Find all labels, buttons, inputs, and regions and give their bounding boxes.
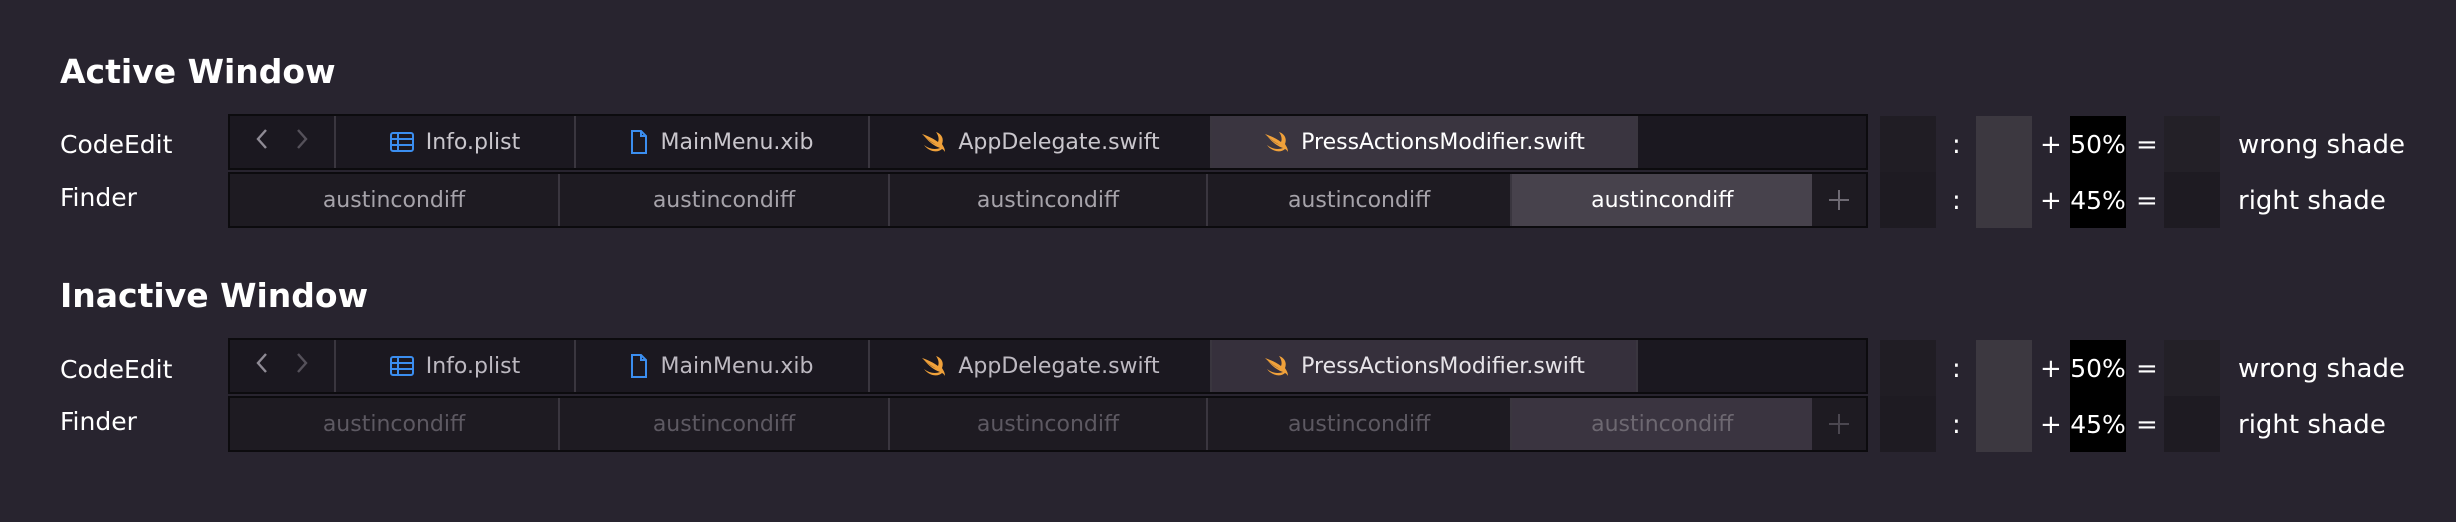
tab-pressactionsmodifier-swift[interactable]: PressActionsModifier.swift [1212, 116, 1638, 168]
finder-label: Finder [60, 407, 137, 436]
table-icon [389, 356, 414, 376]
swatch-result [2164, 172, 2220, 228]
tab-appdelegate-swift[interactable]: AppDelegate.swift [870, 340, 1212, 392]
shade-label: right shade [2238, 410, 2386, 440]
tab-label: MainMenu.xib [660, 129, 814, 155]
swift-icon [1263, 131, 1289, 153]
finder-label: Finder [60, 183, 137, 212]
swatch-base [1880, 116, 1936, 172]
finder-tab-bar-inactive: austincondiff austincondiff austincondif… [228, 396, 1868, 452]
shade-label: wrong shade [2238, 130, 2405, 160]
swatch-result [2164, 340, 2220, 396]
finder-tab[interactable]: austincondiff [890, 398, 1209, 450]
tab-appdelegate-swift[interactable]: AppDelegate.swift [870, 116, 1212, 168]
plus-icon[interactable] [1812, 398, 1866, 450]
swift-icon [920, 355, 946, 377]
codeedit-tab-bar-inactive: Info.plist MainMenu.xib AppDelegate.swif… [228, 338, 1868, 394]
swatch-result [2164, 116, 2220, 172]
plus-symbol: + [2040, 186, 2062, 216]
codeedit-label: CodeEdit [60, 355, 173, 384]
plus-icon[interactable] [1812, 174, 1866, 226]
finder-tab[interactable]: austincondiff [560, 174, 890, 226]
tab-info-plist[interactable]: Info.plist [336, 340, 576, 392]
chevron-right-icon[interactable] [295, 125, 309, 159]
swift-icon [920, 131, 946, 153]
opacity-value: 50% [2070, 340, 2126, 396]
tab-label: PressActionsModifier.swift [1301, 353, 1585, 379]
tab-mainmenu-xib[interactable]: MainMenu.xib [576, 340, 870, 392]
finder-tab-selected[interactable]: austincondiff [1512, 174, 1813, 226]
chevron-left-icon[interactable] [255, 125, 269, 159]
finder-tab[interactable]: austincondiff [890, 174, 1209, 226]
plus-symbol: + [2040, 410, 2062, 440]
swatch-base [1880, 396, 1936, 452]
swatch-overlay [1976, 340, 2032, 396]
colon-symbol: : [1952, 354, 1961, 384]
swatch-overlay [1976, 116, 2032, 172]
codeedit-tab-bar: Info.plist MainMenu.xib AppDelegate.swif… [228, 114, 1868, 170]
table-icon [389, 132, 414, 152]
plus-symbol: + [2040, 354, 2062, 384]
finder-tab-selected[interactable]: austincondiff [1512, 398, 1813, 450]
chevron-left-icon[interactable] [255, 349, 269, 383]
swatch-base [1880, 340, 1936, 396]
tab-label: Info.plist [425, 129, 521, 155]
section-title-active: Active Window [60, 52, 336, 91]
colon-symbol: : [1952, 410, 1961, 440]
swatch-base [1880, 172, 1936, 228]
equals-symbol: = [2136, 410, 2158, 440]
shade-label: right shade [2238, 186, 2386, 216]
opacity-value: 45% [2070, 172, 2126, 228]
tab-label: AppDelegate.swift [958, 353, 1160, 379]
equals-symbol: = [2136, 186, 2158, 216]
section-title-inactive: Inactive Window [60, 276, 369, 315]
chevron-right-icon[interactable] [295, 349, 309, 383]
equals-symbol: = [2136, 130, 2158, 160]
opacity-value: 50% [2070, 116, 2126, 172]
document-icon [630, 130, 648, 154]
colon-symbol: : [1952, 186, 1961, 216]
finder-tab[interactable]: austincondiff [1208, 398, 1513, 450]
swift-icon [1263, 355, 1289, 377]
swatch-overlay [1976, 396, 2032, 452]
tab-label: Info.plist [425, 353, 521, 379]
finder-tab-bar: austincondiff austincondiff austincondif… [228, 172, 1868, 228]
tab-label: MainMenu.xib [660, 353, 814, 379]
swatch-overlay [1976, 172, 2032, 228]
equals-symbol: = [2136, 354, 2158, 384]
tab-mainmenu-xib[interactable]: MainMenu.xib [576, 116, 870, 168]
tab-label: PressActionsModifier.swift [1301, 129, 1585, 155]
document-icon [630, 354, 648, 378]
navigation-buttons [230, 340, 336, 392]
tab-info-plist[interactable]: Info.plist [336, 116, 576, 168]
finder-tab[interactable]: austincondiff [230, 174, 560, 226]
plus-symbol: + [2040, 130, 2062, 160]
navigation-buttons [230, 116, 336, 168]
opacity-value: 45% [2070, 396, 2126, 452]
codeedit-label: CodeEdit [60, 130, 173, 159]
finder-tab[interactable]: austincondiff [560, 398, 890, 450]
shade-label: wrong shade [2238, 354, 2405, 384]
swatch-result [2164, 396, 2220, 452]
tab-pressactionsmodifier-swift[interactable]: PressActionsModifier.swift [1212, 340, 1638, 392]
tab-label: AppDelegate.swift [958, 129, 1160, 155]
finder-tab[interactable]: austincondiff [230, 398, 560, 450]
finder-tab[interactable]: austincondiff [1208, 174, 1513, 226]
colon-symbol: : [1952, 130, 1961, 160]
